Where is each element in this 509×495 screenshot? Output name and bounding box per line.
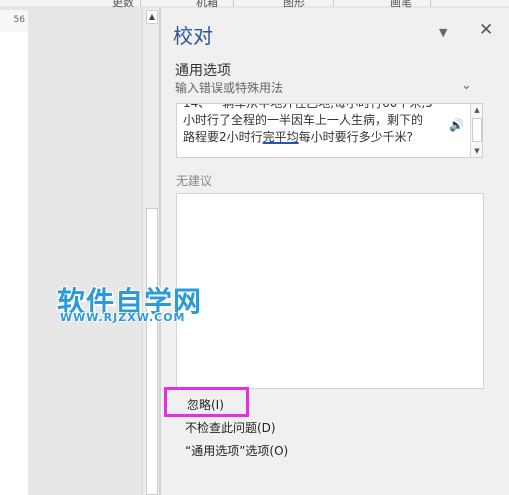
ribbon-fragment: 更数: [112, 0, 134, 9]
proofing-pane: 校对 ▼ ✕ 通用选项 输入错误或特殊用法 ⌄ 14、一辆车从甲地开往乙地,每小…: [160, 8, 509, 495]
pane-title: 校对: [173, 24, 213, 48]
context-line: 14、一辆车从甲地开往乙地,每小时行60千米,5: [183, 103, 433, 110]
error-category-description: 输入错误或特殊用法: [175, 81, 284, 95]
flagged-word: 完平均: [262, 130, 299, 144]
suggestions-list[interactable]: [176, 193, 484, 389]
ignore-button[interactable]: 忽略(I): [164, 387, 249, 417]
scroll-up-icon[interactable]: ▲: [146, 10, 158, 24]
document-gutter: [28, 10, 142, 495]
scrollbar-thumb[interactable]: [146, 208, 158, 495]
close-icon[interactable]: ✕: [479, 20, 493, 40]
general-options-link[interactable]: “通用选项”选项(O): [185, 442, 288, 459]
chevron-down-icon[interactable]: ⌄: [461, 78, 472, 93]
scroll-down-icon[interactable]: ▼: [471, 146, 482, 156]
ribbon-separator: [140, 0, 141, 6]
no-suggestions-label: 无建议: [176, 174, 213, 188]
do-not-check-button[interactable]: 不检查此问题(D): [185, 419, 276, 436]
error-context-box: 14、一辆车从甲地开往乙地,每小时行60千米,5 小时行了全程的一半因车上一人生…: [176, 103, 483, 158]
ruler-number: 56: [13, 15, 25, 25]
ribbon-strip: 更数 机箱 图形 画笔: [0, 0, 509, 9]
error-context-text: 14、一辆车从甲地开往乙地,每小时行60千米,5 小时行了全程的一半因车上一人生…: [183, 103, 445, 146]
watermark-url: WWW.RJZXW.COM: [60, 311, 186, 324]
document-vertical-scrollbar[interactable]: ▲: [142, 8, 160, 495]
context-scrollbar[interactable]: ▲ ▼: [470, 104, 482, 157]
scrollbar-thumb[interactable]: [472, 118, 482, 142]
horizontal-ruler: 56: [0, 10, 30, 32]
context-line: 路程要2小时行完平均每小时要行多少千米?: [183, 129, 445, 146]
error-category-label: 通用选项: [175, 63, 231, 79]
speaker-icon[interactable]: 🔊: [449, 118, 464, 132]
context-text-segment: 每小时要行多少千米?: [298, 130, 414, 144]
ribbon-separator: [430, 0, 431, 6]
document-page[interactable]: [0, 32, 28, 495]
ribbon-separator: [333, 0, 334, 6]
ignore-button-label: 忽略(I): [187, 398, 224, 412]
context-line: 小时行了全程的一半因车上一人生病，剩下的: [183, 113, 424, 127]
scroll-up-icon[interactable]: ▲: [471, 105, 482, 115]
dropdown-triangle-icon[interactable]: ▼: [439, 26, 447, 39]
context-text-segment: 路程要2小时行: [183, 130, 263, 144]
ribbon-separator: [233, 0, 234, 6]
